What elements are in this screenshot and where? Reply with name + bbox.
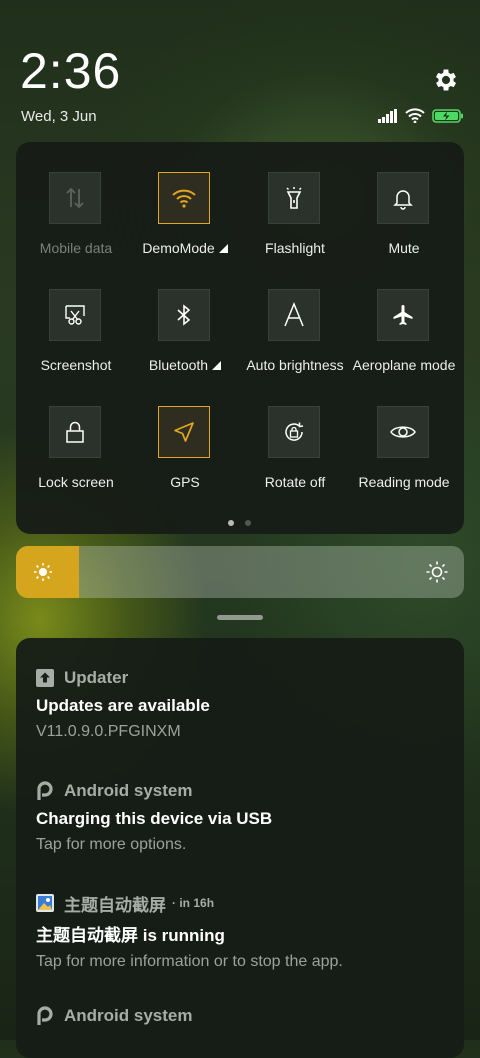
rotate-lock-icon [268,406,320,458]
drag-handle[interactable] [217,615,263,620]
tile-mobile-data[interactable]: Mobile data [21,142,131,256]
tile-aeroplane-mode[interactable]: Aeroplane mode [349,259,459,373]
battery-charging-icon [432,108,464,128]
mobile-data-icon [49,172,101,224]
notification-panel: Updater Updates are available V11.0.9.0.… [16,638,464,1058]
android-system-icon [36,781,54,800]
tile-reading-mode[interactable]: Reading mode [349,376,459,490]
tile-label: Flashlight [265,240,325,256]
settings-gear-icon[interactable] [432,66,460,94]
tile-label: GPS [170,474,200,490]
tile-label: DemoMode [122,240,248,256]
tile-label: Mute [388,240,420,256]
tile-lock-screen[interactable]: Lock screen [21,376,131,490]
eye-icon [377,406,429,458]
tile-label: Bluetooth [122,357,248,373]
lock-icon [49,406,101,458]
tile-label-text: DemoMode [142,240,215,256]
tile-label: Rotate off [264,474,326,490]
notification-time-text: in 16h [179,896,215,910]
expand-triangle-icon [212,361,222,370]
screenshot-icon [49,289,101,341]
clock: 2:36 [20,43,122,99]
tile-label: Reading mode [358,474,450,490]
notification-android-system-2[interactable]: Android system [36,1004,448,1028]
app-name: Android system [64,781,193,800]
bluetooth-icon [158,289,210,341]
tile-bluetooth[interactable]: Bluetooth [130,259,240,373]
page-dot-active[interactable] [228,520,234,526]
notification-title: Updates are available [36,696,210,715]
airplane-icon [377,289,429,341]
signal-icon [378,108,398,128]
location-arrow-icon [158,406,210,458]
auto-brightness-icon [268,289,320,341]
tile-mute[interactable]: Mute [349,142,459,256]
notification-header: Android system [36,1004,448,1028]
updater-icon [36,669,54,687]
notification-updater[interactable]: Updater Updates are available V11.0.9.0.… [36,666,448,741]
bell-icon [377,172,429,224]
notification-header: 主题自动截屏 · in 16h [36,891,448,915]
notification-header: Android system [36,779,448,803]
tile-label: Lock screen [38,474,114,490]
tile-gps[interactable]: GPS [130,376,240,490]
flashlight-icon [268,172,320,224]
brightness-slider[interactable] [16,546,464,598]
notification-body: V11.0.9.0.PFGINXM [36,723,181,740]
notification-body: Tap for more options. [36,836,187,853]
tile-label: Mobile data [39,240,113,256]
tile-screenshot[interactable]: Screenshot [21,259,131,373]
notification-android-system[interactable]: Android system Charging this device via … [36,779,448,854]
wifi-icon [405,108,425,128]
notification-body: Tap for more information or to stop the … [36,953,343,970]
tile-label-text: Bluetooth [148,357,209,373]
wifi-icon [158,172,210,224]
tile-demomode[interactable]: DemoMode [130,142,240,256]
tile-label: Aeroplane mode [352,357,456,373]
page-dot[interactable] [245,520,251,526]
brightness-low-icon [33,562,53,587]
theme-app-icon [36,894,54,912]
status-icons [378,108,464,128]
notification-title: Charging this device via USB [36,809,273,828]
tile-label: Screenshot [40,357,112,373]
brightness-high-icon [426,561,448,588]
app-name: Android system [64,1006,193,1025]
app-name: 主题自动截屏 [64,895,166,915]
tile-label: Auto brightness [246,357,344,373]
date: Wed, 3 Jun [21,108,97,125]
tile-rotate-off[interactable]: Rotate off [240,376,350,490]
notification-theme-screenshot[interactable]: 主题自动截屏 · in 16h 主题自动截屏 is running Tap fo… [36,891,448,971]
quick-settings-panel: Mobile data DemoMode Flashlight Mute Scr… [16,142,464,534]
app-name: Updater [64,668,129,687]
notification-title: 主题自动截屏 is running [36,926,225,945]
notification-header: Updater [36,666,448,690]
android-system-icon [36,1006,54,1025]
tile-flashlight[interactable]: Flashlight [240,142,350,256]
tile-auto-brightness[interactable]: Auto brightness [240,259,350,373]
page-indicator [228,520,251,526]
expand-triangle-icon [218,244,228,253]
notification-time: · in 16h [172,896,215,910]
